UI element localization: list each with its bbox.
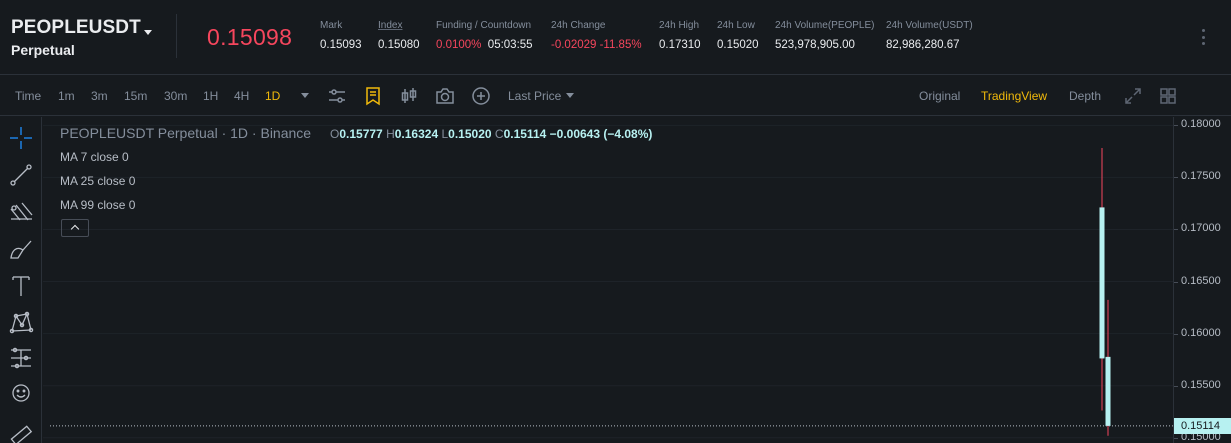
chevron-up-icon	[70, 224, 80, 234]
indicator-settings-icon[interactable]	[326, 85, 348, 107]
stat-24h-volume-base: 24h Volume(PEOPLE) 523,978,905.00	[775, 20, 875, 51]
ohlc-high: 0.16324	[394, 127, 439, 141]
brush-icon[interactable]	[8, 236, 34, 262]
ohlc-open: 0.15777	[339, 127, 383, 141]
ohlc-close: 0.15114	[503, 127, 547, 141]
stat-value: -0.02029 -11.85%	[551, 39, 642, 51]
interval-1h[interactable]: 1H	[203, 89, 218, 103]
bookmark-icon[interactable]	[362, 85, 384, 107]
axis-tick-label: 0.17000	[1181, 222, 1221, 235]
stat-label: 24h Low	[717, 20, 755, 31]
interval-1m[interactable]: 1m	[58, 89, 75, 103]
pitchfork-icon[interactable]	[8, 199, 34, 225]
add-icon[interactable]	[470, 85, 492, 107]
stat-value: 0.15020	[717, 39, 759, 51]
stat-24h-low: 24h Low 0.15020	[717, 20, 759, 51]
stat-label: 24h Change	[551, 20, 606, 31]
price-type-dropdown-icon[interactable]	[566, 93, 574, 98]
contract-type: Perpetual	[11, 42, 75, 58]
stat-label: 24h High	[659, 20, 700, 31]
grid-layout-icon[interactable]	[1157, 85, 1179, 107]
ohlc-legend: O0.15777 H0.16324 L0.15020 C0.15114 −0.0…	[330, 127, 652, 141]
axis-tick-label: 0.17500	[1181, 170, 1221, 183]
stat-mark: Mark 0.15093	[320, 20, 362, 51]
view-original[interactable]: Original	[919, 89, 960, 103]
candlestick-type-icon[interactable]	[398, 85, 420, 107]
candle-body[interactable]	[1105, 356, 1111, 426]
interval-1d[interactable]: 1D	[265, 89, 280, 103]
axis-tick	[1174, 385, 1178, 387]
stat-value: 523,978,905.00	[775, 39, 855, 51]
ohlc-high-key: H	[386, 127, 395, 141]
ohlc-open-key: O	[330, 127, 340, 141]
interval-30m[interactable]: 30m	[164, 89, 187, 103]
stat-index[interactable]: Index 0.15080	[378, 20, 420, 51]
expand-icon[interactable]	[1122, 85, 1144, 107]
collapse-legend-button[interactable]	[61, 219, 89, 237]
pattern-icon[interactable]	[8, 310, 34, 336]
symbol-dropdown-icon[interactable]	[144, 30, 152, 35]
stat-label: 24h Volume(USDT)	[886, 20, 973, 31]
interval-3m[interactable]: 3m	[91, 89, 108, 103]
ma-99-legend[interactable]: MA 99 close 0	[60, 198, 135, 212]
ma-25-legend[interactable]: MA 25 close 0	[60, 174, 135, 188]
axis-tick	[1174, 229, 1178, 231]
drawing-toolbar	[0, 117, 42, 443]
ohlc-close-key: C	[494, 127, 504, 141]
more-options-icon[interactable]	[1201, 29, 1205, 45]
axis-tick-label: 0.15500	[1181, 378, 1221, 391]
symbol-name[interactable]: PEOPLEUSDT	[11, 17, 141, 39]
stat-value: 0.17310	[659, 39, 701, 51]
stat-funding: Funding / Countdown 0.0100% 05:03:55	[436, 20, 533, 51]
interval-4h[interactable]: 4H	[234, 89, 249, 103]
stat-value: 0.0100% 05:03:55	[436, 39, 533, 51]
stat-value: 82,986,280.67	[886, 39, 960, 51]
more-intervals-icon[interactable]	[301, 93, 309, 98]
ohlc-change: −0.00643 (−4.08%)	[549, 127, 653, 141]
axis-tick	[1174, 125, 1178, 127]
stat-label: Funding / Countdown	[436, 20, 532, 31]
interval-time[interactable]: Time	[15, 89, 41, 103]
stat-value: 0.15080	[378, 39, 420, 51]
current-price-tag: 0.15114	[1174, 417, 1231, 434]
axis-tick	[1174, 281, 1178, 283]
axis-tick	[1174, 437, 1178, 439]
stat-label[interactable]: Index	[378, 20, 420, 31]
text-icon[interactable]	[8, 273, 34, 299]
candlestick-chart[interactable]	[43, 117, 1173, 443]
emoji-icon[interactable]	[8, 380, 34, 406]
crosshair-icon[interactable]	[8, 125, 34, 151]
axis-tick-label: 0.16000	[1181, 326, 1221, 339]
funding-countdown: 05:03:55	[487, 39, 533, 51]
funding-rate: 0.0100%	[436, 39, 482, 51]
ma-7-legend[interactable]: MA 7 close 0	[60, 150, 129, 164]
ruler-icon[interactable]	[8, 422, 34, 443]
stat-24h-change: 24h Change -0.02029 -11.85%	[551, 20, 642, 51]
price-axis[interactable]: 0.18000 0.17500 0.17000 0.16500 0.16000 0.155…	[1173, 117, 1231, 443]
stat-label: 24h Volume(PEOPLE)	[775, 20, 875, 31]
market-header: PEOPLEUSDT Perpetual 0.15098 Mark 0.1509…	[0, 0, 1231, 75]
stat-24h-high: 24h High 0.17310	[659, 20, 701, 51]
stat-24h-volume-quote: 24h Volume(USDT) 82,986,280.67	[886, 20, 973, 51]
view-depth[interactable]: Depth	[1069, 89, 1101, 103]
axis-tick-label: 0.18000	[1181, 118, 1221, 131]
stat-value: 0.15093	[320, 39, 362, 51]
stat-label: Mark	[320, 20, 343, 31]
last-price: 0.15098	[207, 24, 293, 50]
chart-area[interactable]: PEOPLEUSDT Perpetual · 1D · Binance O0.1…	[43, 117, 1173, 443]
ohlc-low: 0.15020	[448, 127, 492, 141]
axis-tick	[1174, 177, 1178, 179]
axis-tick-label: 0.16500	[1181, 274, 1221, 287]
header-divider	[176, 14, 177, 58]
axis-tick	[1174, 333, 1178, 335]
interval-15m[interactable]: 15m	[124, 89, 147, 103]
view-tradingview[interactable]: TradingView	[981, 89, 1047, 103]
chart-legend-title: PEOPLEUSDT Perpetual · 1D · Binance	[60, 125, 312, 141]
price-type-select[interactable]: Last Price	[508, 89, 561, 103]
trend-line-icon[interactable]	[8, 162, 34, 188]
candle-body[interactable]	[1099, 207, 1105, 359]
camera-icon[interactable]	[434, 85, 456, 107]
chart-toolbar: Time 1m 3m 15m 30m 1H 4H 1D Last Price O…	[0, 76, 1231, 116]
measure-icon[interactable]	[8, 345, 34, 371]
